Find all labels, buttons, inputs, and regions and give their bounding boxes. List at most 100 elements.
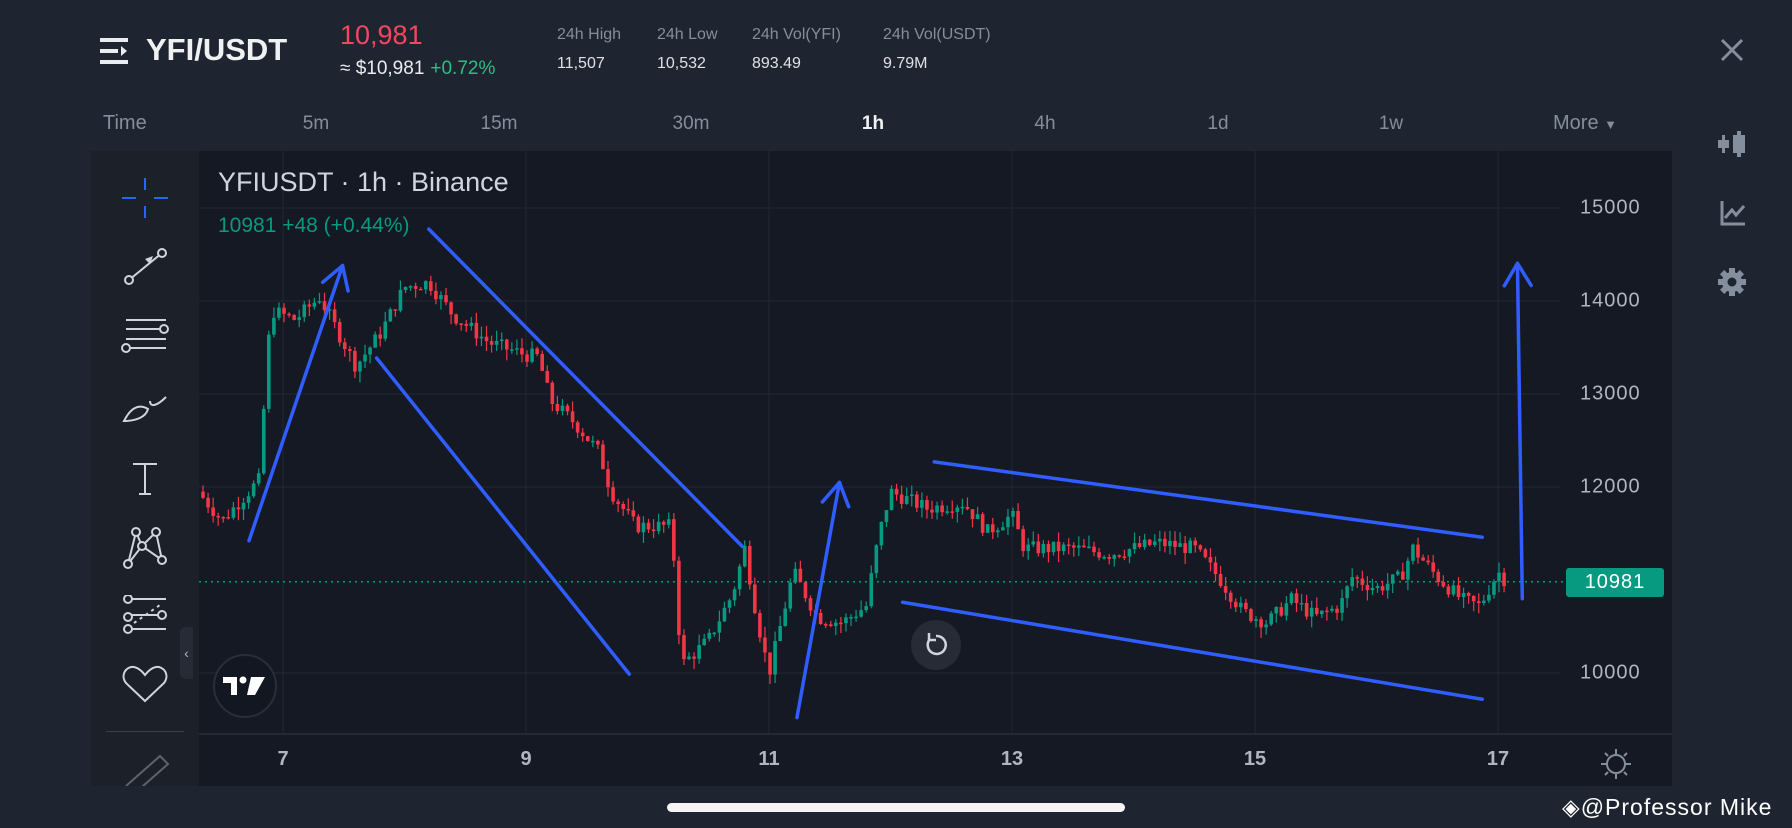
candle-down bbox=[565, 405, 570, 412]
chart-settings-sun-icon[interactable] bbox=[1600, 748, 1632, 785]
settings-gear-icon[interactable] bbox=[1717, 267, 1747, 302]
tradingview-logo[interactable] bbox=[213, 654, 277, 718]
candle-down bbox=[768, 652, 772, 675]
chart-title: YFIUSDT · 1h · Binance bbox=[218, 167, 509, 197]
text-tool-icon[interactable] bbox=[118, 453, 172, 503]
candle-up bbox=[727, 600, 732, 608]
y-tick-label: 14000 bbox=[1580, 289, 1641, 312]
candle-down bbox=[201, 491, 205, 498]
arrow-head bbox=[837, 480, 851, 509]
candle-up bbox=[261, 408, 266, 474]
horizontal-lines-icon[interactable] bbox=[118, 311, 172, 361]
stat-label: 24h Vol(USDT) bbox=[883, 26, 991, 43]
candle-up bbox=[499, 339, 504, 342]
tab-1d[interactable]: 1d bbox=[1207, 113, 1228, 135]
pattern-tool-icon[interactable] bbox=[118, 523, 172, 573]
candle-down bbox=[464, 324, 469, 326]
candle-down bbox=[459, 323, 463, 325]
candle-down bbox=[636, 516, 641, 533]
candle-down bbox=[818, 612, 823, 625]
candle-down bbox=[580, 432, 585, 437]
crosshair-icon[interactable] bbox=[118, 173, 172, 223]
candle-down bbox=[1097, 552, 1101, 558]
candle-up bbox=[510, 349, 514, 351]
candle-down bbox=[621, 503, 625, 509]
pair-title[interactable]: YFI/USDT bbox=[146, 32, 287, 68]
candle-down bbox=[211, 507, 215, 516]
candle-up bbox=[1385, 583, 1390, 591]
candle-up bbox=[975, 514, 980, 520]
candle-down bbox=[393, 309, 398, 311]
candle-down bbox=[828, 624, 833, 626]
y-tick-label: 13000 bbox=[1580, 382, 1641, 405]
ruler-icon[interactable] bbox=[118, 741, 172, 791]
tab-15m[interactable]: 15m bbox=[481, 113, 518, 135]
reset-chart-button[interactable] bbox=[911, 620, 961, 670]
candle-down bbox=[1213, 562, 1218, 575]
tab-30m[interactable]: 30m bbox=[673, 113, 710, 135]
candle-down bbox=[545, 370, 550, 383]
candle-down bbox=[484, 336, 489, 342]
candle-up bbox=[737, 566, 742, 590]
rotate-icon bbox=[926, 633, 947, 656]
candle-down bbox=[1502, 572, 1506, 587]
fib-retracement-icon[interactable] bbox=[118, 590, 172, 640]
collapse-toolbar-button[interactable]: ‹ bbox=[180, 627, 193, 679]
candle-down bbox=[1355, 577, 1360, 579]
candle-down bbox=[1360, 578, 1365, 585]
candle-down bbox=[1431, 562, 1435, 572]
y-tick-label: 10000 bbox=[1580, 661, 1641, 684]
candle-up bbox=[302, 304, 307, 318]
candle-down bbox=[1036, 541, 1041, 554]
time-label[interactable]: Time bbox=[103, 112, 147, 135]
candle-down bbox=[1471, 595, 1476, 602]
tab-4h[interactable]: 4h bbox=[1034, 113, 1055, 135]
x-tick-label: 17 bbox=[1486, 748, 1510, 770]
more-dropdown[interactable]: More ▼ bbox=[1553, 112, 1617, 135]
stat-value: 11,507 bbox=[557, 55, 605, 72]
candle-down bbox=[1056, 541, 1061, 552]
candle-up bbox=[1112, 555, 1117, 559]
close-icon[interactable] bbox=[1720, 38, 1744, 67]
candle-down bbox=[1294, 593, 1299, 604]
candle-down bbox=[322, 301, 327, 311]
menu-icon[interactable] bbox=[100, 38, 130, 64]
candle-down bbox=[1122, 556, 1127, 558]
stat-24h-vol-yfi: 24h Vol(YFI) 893.49 bbox=[752, 26, 841, 73]
price-chart[interactable] bbox=[199, 151, 1672, 786]
candle-down bbox=[1416, 544, 1420, 558]
x-tick-label: 13 bbox=[1000, 748, 1024, 770]
tab-1w[interactable]: 1w bbox=[1379, 113, 1403, 135]
candle-up bbox=[1158, 538, 1162, 542]
candle-up bbox=[793, 568, 798, 583]
candle-up bbox=[439, 295, 443, 300]
candle-down bbox=[1476, 601, 1481, 604]
candle-down bbox=[747, 545, 752, 585]
candle-down bbox=[965, 506, 970, 510]
candle-up bbox=[515, 348, 519, 350]
candle-down bbox=[1198, 545, 1203, 550]
candle-up bbox=[859, 610, 863, 617]
indicator-icon[interactable] bbox=[1719, 199, 1747, 232]
candle-up bbox=[530, 348, 534, 362]
candle-down bbox=[1436, 571, 1441, 583]
candle-down bbox=[601, 444, 605, 470]
chart-canvas[interactable] bbox=[199, 151, 1672, 786]
candle-down bbox=[1173, 540, 1177, 547]
candle-down bbox=[434, 290, 438, 300]
tab-5m[interactable]: 5m bbox=[303, 113, 329, 135]
candle-up bbox=[935, 505, 939, 513]
brush-icon[interactable] bbox=[118, 380, 172, 430]
candle-down bbox=[1380, 586, 1385, 591]
candle-up bbox=[945, 511, 949, 513]
candle-down bbox=[1092, 546, 1096, 553]
home-indicator[interactable] bbox=[667, 803, 1125, 812]
candlestick-icon[interactable] bbox=[1716, 131, 1748, 162]
trend-line-icon[interactable] bbox=[118, 241, 172, 291]
candle-down bbox=[753, 584, 757, 614]
candle-up bbox=[494, 340, 499, 345]
tab-1h[interactable]: 1h bbox=[862, 113, 884, 135]
candle-up bbox=[1497, 572, 1501, 582]
favorites-heart-icon[interactable] bbox=[118, 659, 172, 709]
candle-down bbox=[1228, 592, 1233, 602]
